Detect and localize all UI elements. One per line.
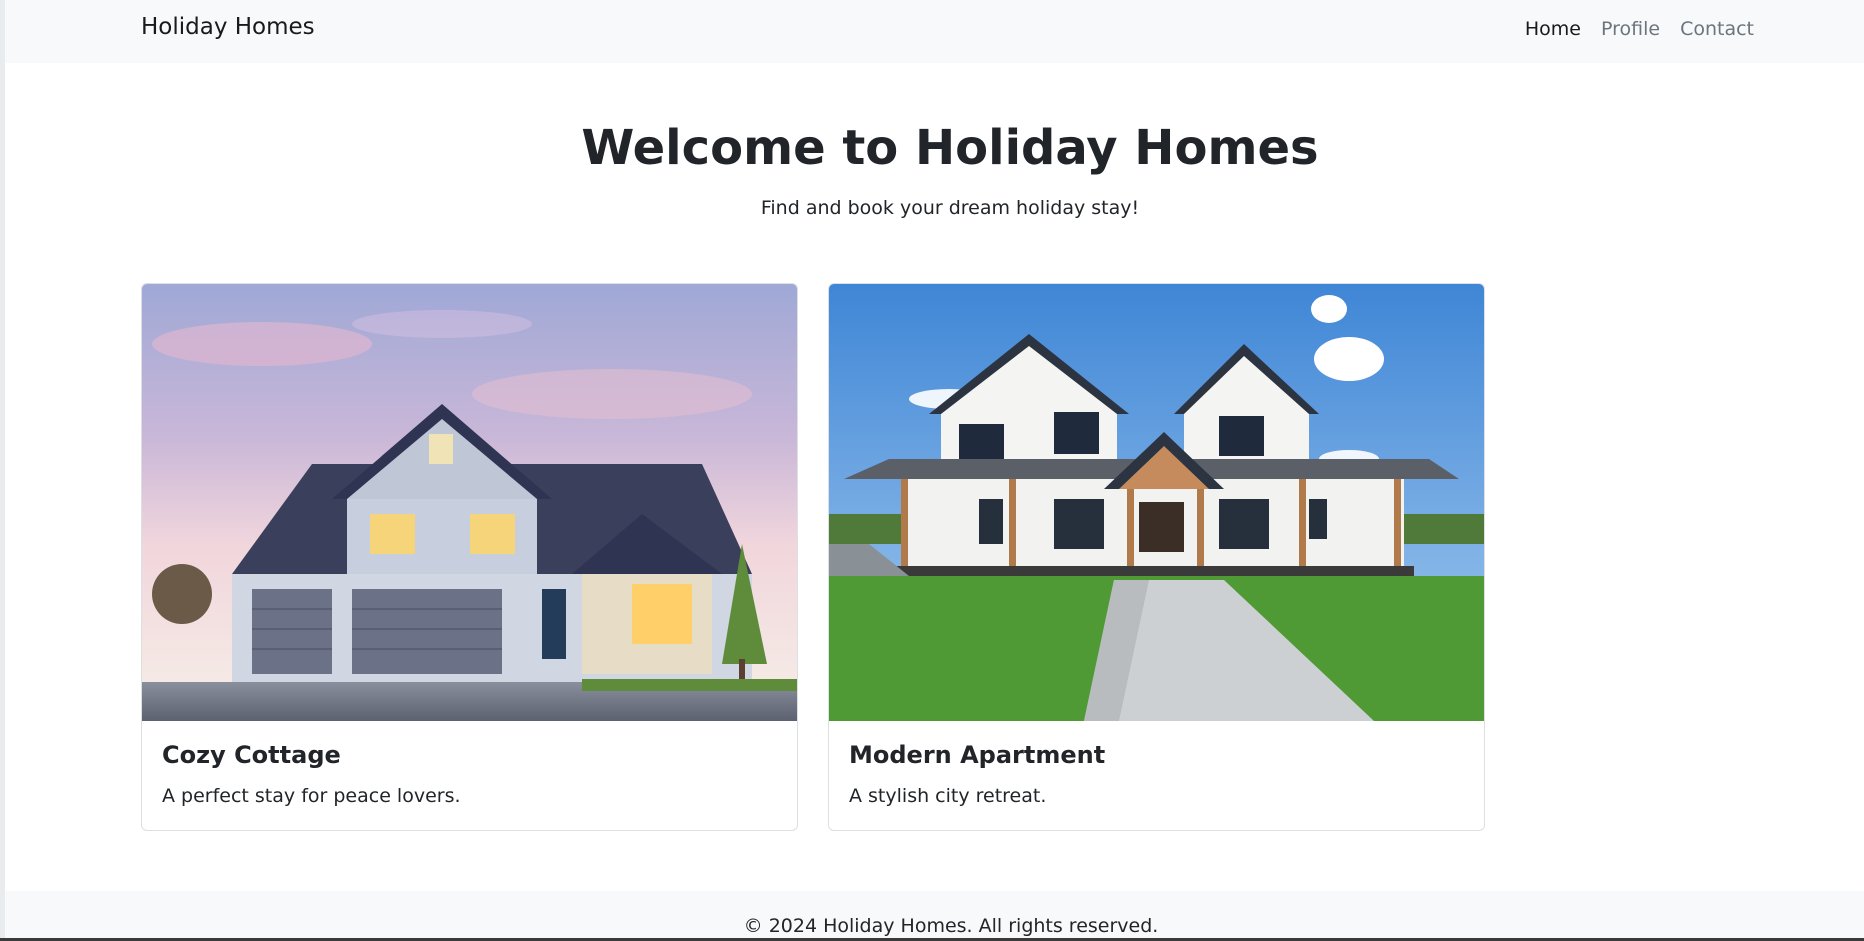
card-body: Modern Apartment A stylish city retreat. bbox=[829, 721, 1484, 827]
card-body: Cozy Cottage A perfect stay for peace lo… bbox=[142, 721, 797, 827]
nav-link-home[interactable]: Home bbox=[1525, 18, 1581, 40]
nav-link-contact[interactable]: Contact bbox=[1680, 18, 1754, 40]
card-text: A stylish city retreat. bbox=[849, 785, 1047, 807]
property-card-modern-apartment[interactable]: Modern Apartment A stylish city retreat. bbox=[828, 283, 1485, 831]
nav-links: Home Profile Contact bbox=[1525, 18, 1754, 40]
cozy-cottage-image bbox=[142, 284, 797, 721]
nav-link-profile[interactable]: Profile bbox=[1601, 18, 1660, 40]
card-title: Modern Apartment bbox=[849, 741, 1106, 769]
footer-copyright: © 2024 Holiday Homes. All rights reserve… bbox=[743, 915, 1159, 937]
navbar-brand[interactable]: Holiday Homes bbox=[141, 14, 315, 40]
property-card-cozy-cottage[interactable]: Cozy Cottage A perfect stay for peace lo… bbox=[141, 283, 798, 831]
footer: © 2024 Holiday Homes. All rights reserve… bbox=[5, 891, 1864, 941]
page-subtitle: Find and book your dream holiday stay! bbox=[760, 197, 1140, 219]
card-title: Cozy Cottage bbox=[162, 741, 341, 769]
navbar: Holiday Homes Home Profile Contact bbox=[5, 0, 1864, 63]
modern-apartment-image bbox=[829, 284, 1484, 721]
card-text: A perfect stay for peace lovers. bbox=[162, 785, 461, 807]
page-title: Welcome to Holiday Homes bbox=[581, 120, 1319, 176]
